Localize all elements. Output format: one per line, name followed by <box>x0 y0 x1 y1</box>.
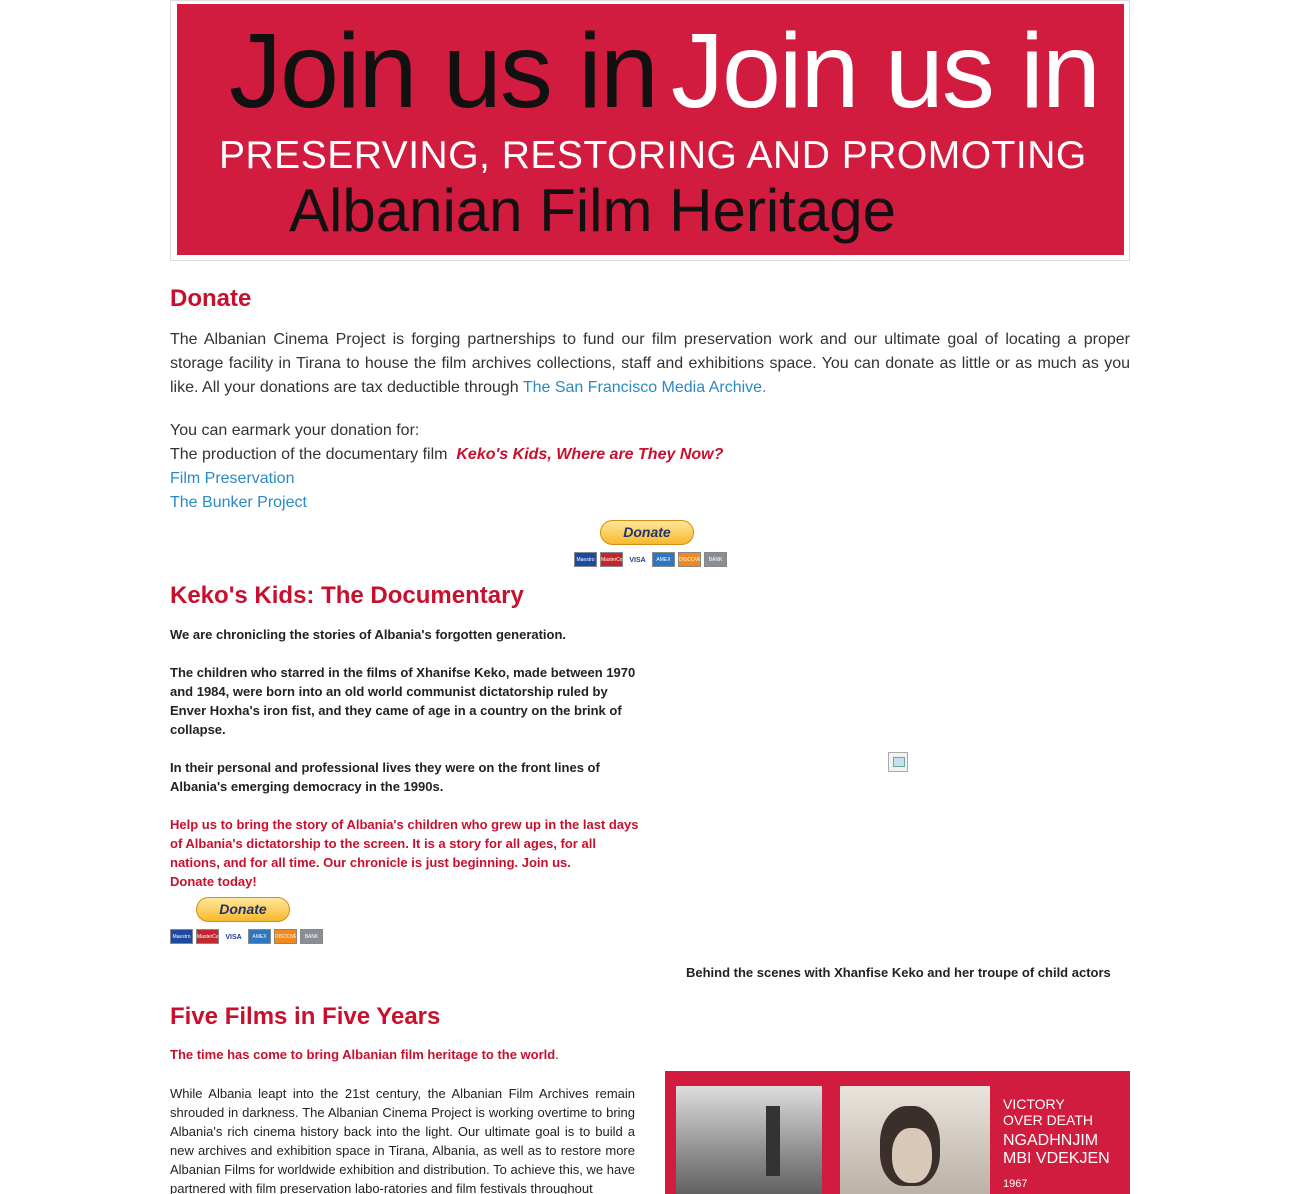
banner-heritage: Albanian Film Heritage <box>289 177 896 244</box>
donate-heading: Donate <box>170 285 252 312</box>
five-films-heading: Five Films in Five Years <box>170 1003 441 1030</box>
five-films-lead-text: The time has come to bring Albanian film… <box>170 1047 556 1062</box>
payment-cards: Maestro MasterCard VISA AMEX DISCOVER BA… <box>574 552 727 567</box>
maestro-card-icon: Maestro <box>170 929 193 944</box>
bunker-project-link[interactable]: The Bunker Project <box>170 494 307 511</box>
bank-card-icon: BANK <box>704 552 727 567</box>
five-films-lead: The time has come to bring Albanian film… <box>170 1047 559 1062</box>
payment-cards-2: Maestro MasterCard VISA AMEX DISCOVER BA… <box>170 929 323 944</box>
poster-text: VICTORY OVER DEATH NGADHNJIM MBI VDEKJEN… <box>1003 1096 1110 1192</box>
kekos-p5: Donate today! <box>170 874 257 889</box>
paypal-donate-button-2[interactable]: Donate <box>196 897 290 922</box>
poster-line1: VICTORY <box>1003 1096 1065 1112</box>
earmark-production: The production of the documentary film K… <box>170 443 723 467</box>
broken-image-icon <box>888 752 908 772</box>
kekos-p3: In their personal and professional lives… <box>170 760 600 794</box>
mastercard-card-icon: MasterCard <box>600 552 623 567</box>
header-banner: Join us in Join us in PRESERVING, RESTOR… <box>177 4 1124 255</box>
bank-card-icon: BANK <box>300 929 323 944</box>
donate-intro: The Albanian Cinema Project is forging p… <box>170 328 1130 400</box>
film-preservation-link[interactable]: Film Preservation <box>170 470 294 487</box>
five-films-body: While Albania leapt into the 21st centur… <box>170 1086 635 1194</box>
amex-card-icon: AMEX <box>652 552 675 567</box>
earmark-label: You can earmark your donation for: <box>170 422 420 439</box>
kekos-image-caption: Behind the scenes with Xhanfise Keko and… <box>686 965 1111 980</box>
kekos-p2: The children who starred in the films of… <box>170 665 636 737</box>
header-banner-frame: Join us in Join us in PRESERVING, RESTOR… <box>170 0 1130 261</box>
maestro-card-icon: Maestro <box>574 552 597 567</box>
sf-media-archive-link[interactable]: The San Francisco Media Archive. <box>523 379 767 396</box>
amex-card-icon: AMEX <box>248 929 271 944</box>
poster-line3: NGADHNJIM <box>1003 1132 1099 1149</box>
discover-card-icon: DISCOVER <box>678 552 701 567</box>
paypal-donate-button[interactable]: Donate <box>600 520 694 545</box>
poster-photo-woman <box>840 1086 990 1194</box>
visa-card-icon: VISA <box>222 929 245 944</box>
poster-year: 1967 <box>1003 1178 1028 1190</box>
visa-card-icon: VISA <box>626 552 649 567</box>
kekos-p4: Help us to bring the story of Albania's … <box>170 817 639 870</box>
banner-join-text-light: Join us in <box>671 12 1101 130</box>
poster-photo-soldiers <box>676 1086 822 1194</box>
kekos-p1: We are chronicling the stories of Albani… <box>170 627 567 642</box>
production-text: The production of the documentary film <box>170 446 452 463</box>
kekos-heading: Keko's Kids: The Documentary <box>170 582 524 609</box>
banner-join-text-dark: Join us in <box>229 12 659 130</box>
victory-over-death-poster: VICTORY OVER DEATH NGADHNJIM MBI VDEKJEN… <box>665 1071 1130 1194</box>
mastercard-card-icon: MasterCard <box>196 929 219 944</box>
earmark-block: You can earmark your donation for: The p… <box>170 419 723 515</box>
poster-line4: MBI VDEKJEN <box>1003 1150 1110 1167</box>
production-film-title: Keko's Kids, Where are They Now? <box>456 446 724 463</box>
discover-card-icon: DISCOVER <box>274 929 297 944</box>
banner-tagline: PRESERVING, RESTORING AND PROMOTING <box>219 134 1087 177</box>
poster-line2: OVER DEATH <box>1003 1112 1093 1128</box>
